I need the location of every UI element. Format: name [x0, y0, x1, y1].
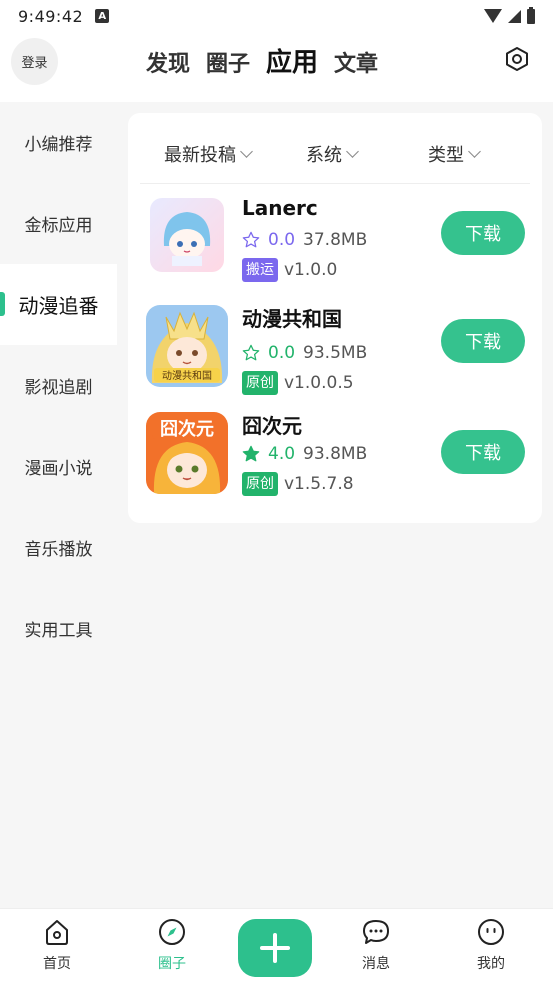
app-tagline: 原创 v1.5.7.8 [242, 472, 354, 496]
top-tabs: 发现 圈子 应用 文章 [146, 42, 378, 79]
list-item[interactable]: 囧次元 囧次元 4.0 93.8MB 原创 v1.5.7.8 下载 [128, 412, 542, 512]
app-tag-badge: 搬运 [242, 258, 278, 282]
app-rating: 0.0 [268, 230, 296, 250]
nav-label: 我的 [477, 956, 505, 972]
sidebar-item-comics-novels[interactable]: 漫画小说 [0, 426, 117, 507]
filter-system[interactable]: 系统 [306, 141, 359, 167]
login-button[interactable]: 登录 [11, 38, 58, 85]
add-post-button[interactable] [238, 919, 312, 977]
app-meta: 4.0 93.8MB [242, 444, 367, 464]
app-rating: 0.0 [268, 343, 296, 363]
sidebar-item-label: 音乐播放 [24, 540, 93, 560]
chat-icon [363, 920, 389, 944]
nav-label: 圈子 [158, 956, 186, 972]
header: 登录 发现 圈子 应用 文章 [0, 32, 553, 102]
chevron-down-icon [468, 144, 481, 158]
tab-discover[interactable]: 发现 [146, 46, 190, 78]
chevron-down-icon [240, 144, 253, 158]
settings-hexagon-icon [506, 47, 528, 71]
app-version: v1.0.0 [284, 260, 338, 280]
tab-articles[interactable]: 文章 [334, 46, 378, 78]
app-version: v1.5.7.8 [284, 474, 354, 494]
face-icon [478, 919, 504, 945]
app-size: 93.5MB [303, 343, 368, 363]
nav-messages[interactable]: 消息 [346, 917, 406, 973]
plus-icon [260, 933, 290, 963]
sidebar-item-gold-apps[interactable]: 金标应用 [0, 183, 117, 264]
filter-label: 类型 [428, 145, 464, 166]
app-version: v1.0.0.5 [284, 373, 354, 393]
wifi-icon [484, 9, 502, 23]
app-size: 37.8MB [303, 230, 368, 250]
app-tag-badge: 原创 [242, 472, 278, 496]
nav-home[interactable]: 首页 [27, 917, 87, 973]
app-name: 动漫共和国 [242, 307, 342, 331]
filter-label: 最新投稿 [164, 145, 236, 166]
svg-text:囧次元: 囧次元 [160, 418, 214, 440]
status-icons [484, 6, 535, 24]
sidebar-item-tv-shows[interactable]: 影视追剧 [0, 345, 117, 426]
sidebar-item-label: 小编推荐 [24, 135, 93, 155]
sidebar-item-music[interactable]: 音乐播放 [0, 507, 117, 588]
tab-circle[interactable]: 圈子 [206, 46, 250, 78]
app-icon-lanerc [150, 198, 224, 272]
app-tagline: 搬运 v1.0.0 [242, 258, 337, 282]
chevron-down-icon [346, 144, 359, 158]
app-icon-anime-republic: 动漫共和国 [146, 305, 228, 387]
app-tagline: 原创 v1.0.0.5 [242, 371, 354, 395]
status-bar: 9:49:42 A [0, 0, 553, 32]
battery-icon [527, 6, 535, 24]
star-outline-icon [242, 344, 260, 361]
sidebar-item-label: 实用工具 [24, 621, 93, 641]
notification-icon: A [95, 9, 110, 23]
download-button[interactable]: 下载 [441, 211, 525, 255]
app-list-card: 最新投稿 系统 类型 Lanerc 0.0 37.8MB 搬运 v1.0.0 下… [128, 113, 542, 523]
download-button[interactable]: 下载 [441, 430, 525, 474]
sidebar-item-anime[interactable]: 动漫追番 [0, 264, 117, 345]
sidebar-item-tools[interactable]: 实用工具 [0, 588, 117, 669]
filter-type[interactable]: 类型 [428, 141, 481, 167]
app-name: Lanerc [242, 196, 318, 220]
list-item[interactable]: 动漫共和国 动漫共和国 0.0 93.5MB 原创 v1.0.0.5 下载 [128, 305, 542, 405]
app-name: 囧次元 [242, 414, 302, 438]
download-button[interactable]: 下载 [441, 319, 525, 363]
sidebar-item-label: 影视追剧 [24, 378, 93, 398]
compass-icon [159, 919, 185, 945]
nav-circle[interactable]: 圈子 [142, 917, 202, 973]
star-filled-icon [242, 445, 260, 462]
filter-latest[interactable]: 最新投稿 [164, 141, 253, 167]
nav-profile[interactable]: 我的 [461, 917, 521, 973]
app-rating: 4.0 [268, 444, 296, 464]
app-tag-badge: 原创 [242, 371, 278, 395]
status-time: 9:49:42 [18, 6, 84, 26]
nav-label: 首页 [43, 956, 71, 972]
nav-label: 消息 [362, 956, 390, 972]
cell-signal-icon [508, 9, 521, 23]
app-icon-jiongciyuan: 囧次元 [146, 412, 228, 494]
home-icon [46, 920, 68, 945]
list-item[interactable]: Lanerc 0.0 37.8MB 搬运 v1.0.0 下载 [128, 196, 542, 296]
star-outline-icon [242, 231, 260, 248]
category-sidebar: 小编推荐 金标应用 动漫追番 影视追剧 漫画小说 音乐播放 实用工具 [0, 102, 117, 908]
app-size: 93.8MB [303, 444, 368, 464]
svg-text:动漫共和国: 动漫共和国 [162, 370, 212, 382]
app-meta: 0.0 37.8MB [242, 230, 367, 250]
active-indicator [0, 292, 5, 316]
filter-bar: 最新投稿 系统 类型 [140, 113, 530, 184]
bottom-nav: 首页 圈子 消息 我的 [0, 908, 553, 984]
sidebar-item-label: 漫画小说 [24, 459, 93, 479]
filter-label: 系统 [306, 145, 342, 166]
settings-button[interactable] [503, 45, 531, 73]
sidebar-item-label: 金标应用 [24, 216, 93, 236]
sidebar-item-editor-picks[interactable]: 小编推荐 [0, 102, 117, 183]
app-meta: 0.0 93.5MB [242, 343, 367, 363]
sidebar-item-label: 动漫追番 [18, 294, 99, 318]
tab-apps[interactable]: 应用 [266, 42, 318, 79]
